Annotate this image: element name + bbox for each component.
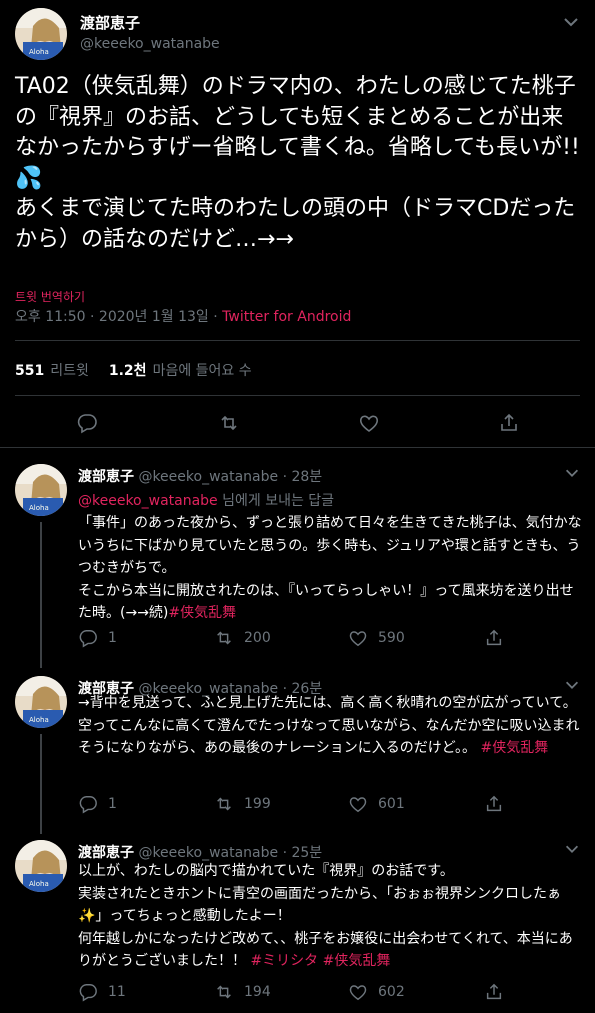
reply-actions: 11 194 602: [78, 982, 578, 1006]
tweet-stats: 551 리트윗 1.2천 마음에 들어요 수: [15, 360, 252, 380]
like-count: 590: [378, 630, 405, 646]
retweet-button[interactable]: 200: [214, 628, 271, 648]
tweet-source[interactable]: Twitter for Android: [222, 309, 351, 325]
svg-text:Aloha: Aloha: [29, 880, 49, 888]
thread-line: [40, 734, 42, 834]
reply-icon: [79, 796, 97, 814]
like-icon: [349, 985, 367, 1001]
retweet-icon[interactable]: [218, 412, 240, 434]
share-button[interactable]: [484, 982, 504, 1002]
retweets-stat[interactable]: 551 리트윗: [15, 363, 89, 379]
divider: [15, 340, 580, 341]
avatar[interactable]: Aloha: [15, 8, 67, 60]
reply-tweet: Aloha 渡部恵子 @keeeko_watanabe · 25분 以上が、わた…: [0, 832, 595, 1013]
avatar[interactable]: Aloha: [15, 464, 67, 516]
author-name[interactable]: 渡部恵子: [80, 12, 140, 33]
replying-handle[interactable]: @keeeko_watanabe: [78, 493, 218, 509]
reply-count: 1: [108, 796, 117, 812]
tweet-datetime[interactable]: 오후 11:50 · 2020년 1월 13일: [15, 309, 209, 325]
like-count: 601: [378, 796, 405, 812]
reply-text: 以上が、わたしの脳内で描かれていた『視界』のお話です。 実装されたときホントに青…: [78, 860, 583, 973]
tweet-text: TA02（侠気乱舞）のドラマ内の、わたしの感じてた桃子の『視界』のお話、どうして…: [15, 74, 580, 252]
chevron-down-icon[interactable]: [561, 12, 581, 32]
retweet-icon: [217, 985, 231, 999]
author-handle[interactable]: @keeeko_watanabe: [80, 36, 220, 52]
hashtag-link[interactable]: #ミリシタ #侠気乱舞: [250, 953, 390, 969]
share-icon: [486, 983, 502, 1000]
reply-text: →背中を見送って、ふと見上げた先には、高く高く秋晴れの空が広がっていて。空ってこ…: [78, 692, 583, 760]
retweet-count: 199: [244, 796, 271, 812]
svg-text:Aloha: Aloha: [29, 716, 49, 724]
retweet-count: 200: [244, 630, 271, 646]
reply-header: 渡部恵子 @keeeko_watanabe · 25분: [78, 842, 322, 862]
reply-icon: [79, 630, 97, 648]
reply-button[interactable]: 11: [78, 982, 126, 1002]
hashtag-link[interactable]: #侠気乱舞: [168, 605, 236, 621]
reply-actions: 1 199 601: [78, 794, 578, 818]
share-icon: [486, 629, 502, 646]
avatar[interactable]: Aloha: [15, 840, 67, 892]
reply-icon[interactable]: [76, 412, 98, 434]
share-icon: [486, 795, 502, 812]
reply-text: 「事件」のあった夜から、ずっと張り詰めて日々を生きてきた桃子は、気付かないうちに…: [78, 512, 583, 625]
reply-header: 渡部恵子 @keeeko_watanabe · 28분: [78, 466, 322, 486]
reply-button[interactable]: 1: [78, 628, 117, 648]
svg-text:Aloha: Aloha: [29, 48, 49, 56]
like-button[interactable]: 602: [348, 982, 405, 1002]
author-name[interactable]: 渡部恵子: [78, 469, 134, 485]
author-handle[interactable]: @keeeko_watanabe · 25분: [138, 845, 322, 861]
translate-link[interactable]: 트윗 번역하기: [15, 288, 85, 305]
tweet-meta: 오후 11:50 · 2020년 1월 13일 · Twitter for An…: [15, 306, 351, 326]
avatar[interactable]: Aloha: [15, 676, 67, 728]
main-tweet: Aloha 渡部恵子 @keeeko_watanabe TA02（侠気乱舞）のド…: [0, 0, 595, 448]
reply-icon: [79, 984, 97, 1002]
reply-tweet: Aloha 渡部恵子 @keeeko_watanabe · 26분 →背中を見送…: [0, 668, 595, 834]
reply-button[interactable]: 1: [78, 794, 117, 814]
divider: [15, 395, 580, 396]
likes-label: 마음에 들어요 수: [152, 363, 252, 379]
retweet-count: 194: [244, 984, 271, 1000]
retweets-label: 리트윗: [50, 363, 89, 379]
retweet-button[interactable]: 199: [214, 794, 271, 814]
retweets-count: 551: [15, 363, 45, 379]
like-count: 602: [378, 984, 405, 1000]
share-icon[interactable]: [498, 412, 520, 434]
meta-separator: ·: [208, 309, 223, 325]
share-button[interactable]: [484, 794, 504, 814]
retweet-button[interactable]: 194: [214, 982, 271, 1002]
tweet-actions: [0, 404, 595, 440]
likes-stat[interactable]: 1.2천 마음에 들어요 수: [109, 363, 252, 379]
retweet-icon: [217, 797, 231, 811]
hashtag-link[interactable]: #侠気乱舞: [480, 740, 548, 756]
reply-body: 「事件」のあった夜から、ずっと張り詰めて日々を生きてきた桃子は、気付かないうちに…: [78, 515, 582, 621]
share-button[interactable]: [484, 628, 504, 648]
thread-line: [40, 522, 42, 668]
replying-label: 님에게 보내는 답글: [217, 493, 335, 509]
reply-actions: 1 200 590: [78, 628, 578, 652]
like-button[interactable]: 601: [348, 794, 405, 814]
reply-count: 1: [108, 630, 117, 646]
svg-text:Aloha: Aloha: [29, 504, 49, 512]
reply-tweet: Aloha 渡部恵子 @keeeko_watanabe · 28분 @keeek…: [0, 456, 595, 668]
replying-to: @keeeko_watanabe 님에게 보내는 답글: [78, 490, 334, 510]
like-icon: [349, 631, 367, 647]
like-icon: [349, 797, 367, 813]
like-button[interactable]: 590: [348, 628, 405, 648]
chevron-down-icon[interactable]: [563, 840, 581, 858]
retweet-icon: [217, 631, 231, 645]
chevron-down-icon[interactable]: [563, 464, 581, 482]
author-handle[interactable]: @keeeko_watanabe · 28분: [138, 469, 322, 485]
likes-count: 1.2천: [108, 363, 147, 379]
reply-count: 11: [108, 984, 126, 1000]
author-name[interactable]: 渡部恵子: [78, 845, 134, 861]
like-icon[interactable]: [358, 412, 380, 434]
